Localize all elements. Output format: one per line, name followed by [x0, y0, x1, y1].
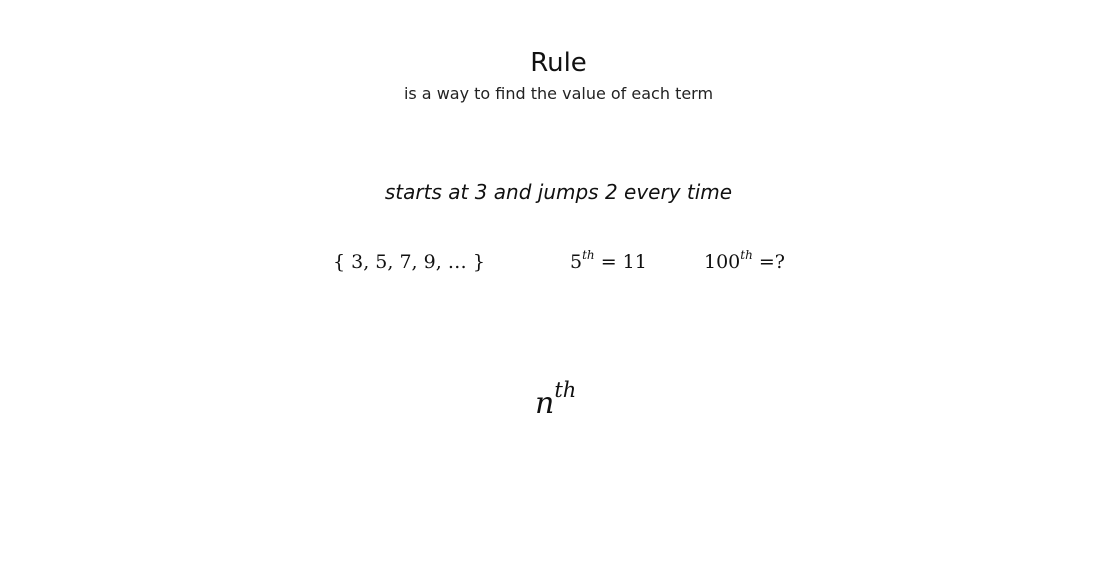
nth-term-base: n	[535, 386, 555, 421]
slide-title: Rule	[530, 48, 587, 78]
rule-description: starts at 3 and jumps 2 every time	[384, 180, 733, 204]
fifth-term-expression: 5th = 11	[570, 248, 647, 274]
nth-term-superscript: th	[554, 378, 577, 402]
nth-term-expression: nth	[535, 380, 576, 422]
hundredth-term-base: 100	[704, 251, 741, 273]
sequence-expression: { 3, 5, 7, 9, … }	[333, 251, 485, 273]
hundredth-term-question: =?	[752, 251, 785, 273]
fifth-term-base: 5	[570, 251, 583, 273]
fifth-term-value: = 11	[594, 251, 647, 273]
hundredth-term-expression: 100th =?	[704, 248, 785, 274]
hundredth-term-superscript: th	[740, 248, 753, 262]
fifth-term-superscript: th	[582, 248, 595, 262]
slide-subtitle: is a way to find the value of each term	[403, 84, 714, 103]
